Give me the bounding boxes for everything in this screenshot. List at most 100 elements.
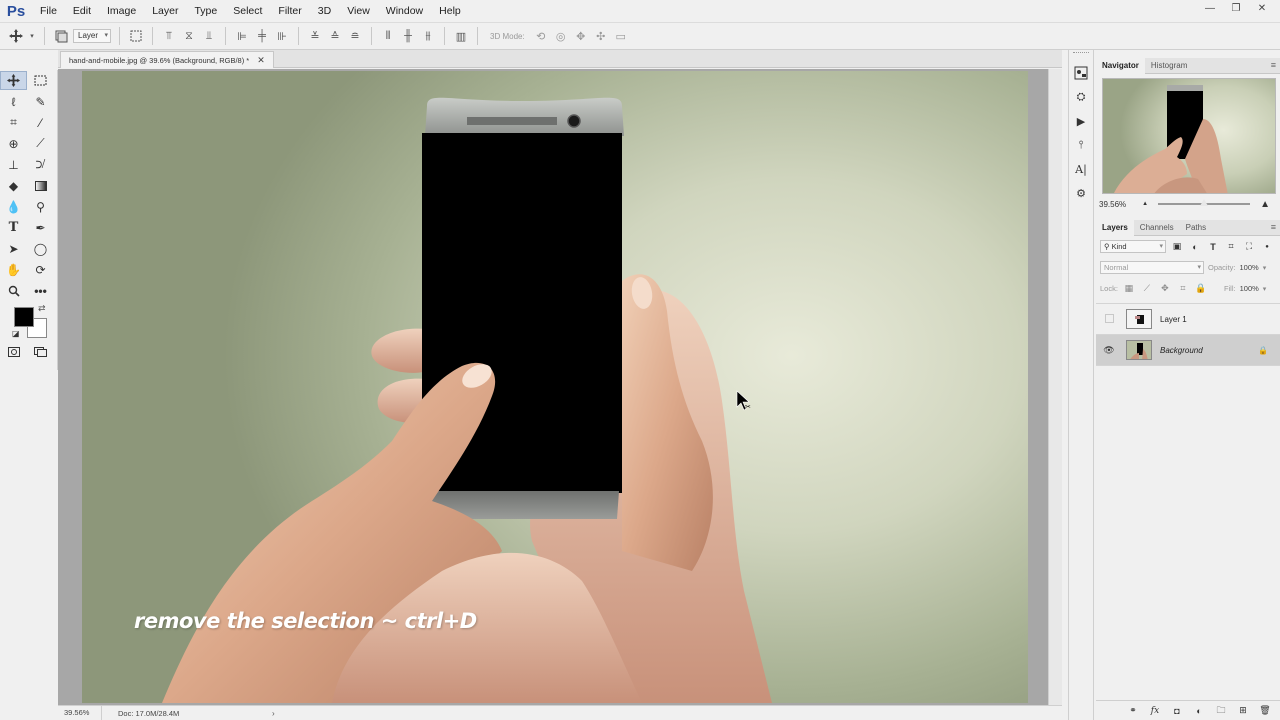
3d-slide-icon[interactable]: ✣	[593, 28, 609, 44]
quick-mask-icon[interactable]	[0, 342, 27, 361]
layer-name[interactable]: Layer 1	[1160, 315, 1187, 324]
transform-controls-icon[interactable]	[128, 28, 144, 44]
align-bottom-icon[interactable]: ⫫	[201, 28, 217, 44]
foreground-color-swatch[interactable]	[14, 307, 34, 327]
eyedropper-icon[interactable]: ⁄	[27, 113, 54, 132]
status-menu-arrow[interactable]: ›	[272, 709, 275, 718]
path-selection-icon[interactable]: ➤	[0, 239, 27, 258]
restore-button[interactable]: ❐	[1224, 2, 1248, 16]
screen-mode-icon[interactable]	[27, 342, 54, 361]
distribute-bottom-icon[interactable]: ≘	[347, 28, 363, 44]
layer-row[interactable]: 👁 Background 🔒	[1096, 335, 1280, 366]
crop-icon[interactable]: ⌗	[0, 113, 27, 132]
minimize-button[interactable]: —	[1198, 2, 1222, 16]
align-vcenter-icon[interactable]: ⧖	[181, 28, 197, 44]
properties-panel-icon[interactable]: ⚙	[1070, 182, 1092, 204]
info-panel-icon[interactable]	[1070, 62, 1092, 84]
gradient-icon[interactable]	[27, 176, 54, 195]
filter-pixel-icon[interactable]: ▣	[1170, 240, 1184, 253]
filter-type-icon[interactable]: T	[1206, 240, 1220, 253]
align-hcenter-icon[interactable]: ╪	[254, 28, 270, 44]
menu-window[interactable]: Window	[378, 5, 431, 17]
swap-colors-icon[interactable]: ⇄	[38, 303, 46, 314]
3d-orbit-icon[interactable]: ⟲	[533, 28, 549, 44]
tab-paths[interactable]: Paths	[1180, 220, 1212, 236]
fill-value[interactable]: 100%	[1240, 284, 1259, 293]
navigator-zoom-value[interactable]: 39.56%	[1099, 200, 1126, 209]
chevron-down-icon[interactable]: ▾	[28, 28, 36, 44]
rotate-view-icon[interactable]: ⟳	[27, 260, 54, 279]
filter-adjustment-icon[interactable]: ◐	[1188, 240, 1202, 253]
visibility-toggle-empty[interactable]	[1102, 313, 1116, 325]
menu-select[interactable]: Select	[225, 5, 270, 17]
layer-row[interactable]: Layer 1	[1096, 304, 1280, 335]
lock-transparent-icon[interactable]: ▦	[1122, 282, 1136, 295]
marquee-icon[interactable]	[27, 71, 54, 90]
tab-histogram[interactable]: Histogram	[1145, 58, 1193, 74]
navigator-zoom-slider[interactable]	[1158, 199, 1251, 206]
menu-3d[interactable]: 3D	[310, 5, 339, 17]
filter-shape-icon[interactable]: ⌗	[1224, 240, 1238, 253]
quick-select-icon[interactable]: ✎	[27, 92, 54, 111]
distribute-right-icon[interactable]: ⫵	[420, 28, 436, 44]
zoom-in-icon[interactable]: ▲	[1260, 199, 1270, 210]
menu-view[interactable]: View	[339, 5, 378, 17]
lock-artboard-icon[interactable]: ⌗	[1176, 282, 1190, 295]
panel-grip[interactable]	[1073, 52, 1089, 60]
eye-icon[interactable]: 👁	[1102, 345, 1116, 356]
lasso-icon[interactable]: ℓ	[0, 92, 27, 111]
type-icon[interactable]: T	[0, 218, 27, 237]
3d-roll-icon[interactable]: ◎	[553, 28, 569, 44]
close-icon[interactable]: ✕	[257, 55, 265, 66]
distribute-left-icon[interactable]: ⫴	[380, 28, 396, 44]
auto-align-icon[interactable]: ▥	[453, 28, 469, 44]
tab-layers[interactable]: Layers	[1096, 219, 1134, 236]
close-window-button[interactable]: ✕	[1250, 2, 1274, 16]
menu-type[interactable]: Type	[186, 5, 225, 17]
distribute-hcenter-icon[interactable]: ╫	[400, 28, 416, 44]
filter-toggle-icon[interactable]: ●	[1260, 240, 1274, 253]
dodge-icon[interactable]: ⚲	[27, 197, 54, 216]
zoom-out-icon[interactable]: ▲	[1142, 201, 1148, 207]
blend-mode-dropdown[interactable]: Normal	[1100, 261, 1204, 274]
clone-stamp-icon[interactable]: ⊥	[0, 155, 27, 174]
default-colors-icon[interactable]: ◪	[12, 329, 20, 338]
move-icon[interactable]	[0, 71, 27, 90]
layer-name[interactable]: Background	[1160, 346, 1203, 355]
adjustments-panel-icon[interactable]: ⛭	[1070, 86, 1092, 108]
align-left-icon[interactable]: ⊫	[234, 28, 250, 44]
new-layer-icon[interactable]: ⊞	[1236, 705, 1250, 716]
lock-pixels-icon[interactable]: ⟋	[1140, 282, 1154, 295]
align-right-icon[interactable]: ⊪	[274, 28, 290, 44]
layer-filter-kind[interactable]: ⚲ Kind	[1100, 240, 1166, 253]
menu-filter[interactable]: Filter	[270, 5, 309, 17]
3d-scale-icon[interactable]: ▭	[613, 28, 629, 44]
align-top-icon[interactable]: ⫪	[161, 28, 177, 44]
document-tab[interactable]: hand-and-mobile.jpg @ 39.6% (Background,…	[60, 51, 274, 68]
distribute-vcenter-icon[interactable]: ≙	[327, 28, 343, 44]
adjustment-layer-icon[interactable]: ◐	[1192, 706, 1206, 716]
character-panel-icon[interactable]: A|	[1070, 158, 1092, 180]
tab-channels[interactable]: Channels	[1134, 220, 1180, 236]
delete-layer-icon[interactable]: 🗑	[1258, 705, 1272, 716]
link-layers-icon[interactable]: ⚭	[1126, 705, 1140, 716]
zoom-icon[interactable]	[0, 281, 27, 300]
distribute-top-icon[interactable]: ≚	[307, 28, 323, 44]
opacity-value[interactable]: 100%	[1240, 263, 1259, 272]
blur-icon[interactable]: 💧	[0, 197, 27, 216]
history-brush-icon[interactable]: ⟉	[27, 155, 54, 174]
filter-smart-object-icon[interactable]: ⛶	[1242, 240, 1256, 253]
chevron-down-icon[interactable]: ▾	[1263, 285, 1267, 293]
auto-select-icon[interactable]	[53, 28, 69, 44]
chevron-down-icon[interactable]: ▾	[1263, 264, 1267, 272]
lock-all-icon[interactable]: 🔒	[1194, 282, 1208, 295]
zoom-slider-knob[interactable]	[1200, 199, 1209, 206]
menu-edit[interactable]: Edit	[65, 5, 99, 17]
more-tools-icon[interactable]: •••	[27, 281, 54, 300]
zoom-level-field[interactable]: 39.56%	[58, 706, 102, 720]
layer-style-icon[interactable]: fx	[1148, 706, 1162, 716]
menu-file[interactable]: File	[32, 5, 65, 17]
panel-menu-icon[interactable]: ≡	[1271, 60, 1276, 70]
menu-help[interactable]: Help	[431, 5, 469, 17]
brush-icon[interactable]: ⟋	[27, 134, 54, 153]
